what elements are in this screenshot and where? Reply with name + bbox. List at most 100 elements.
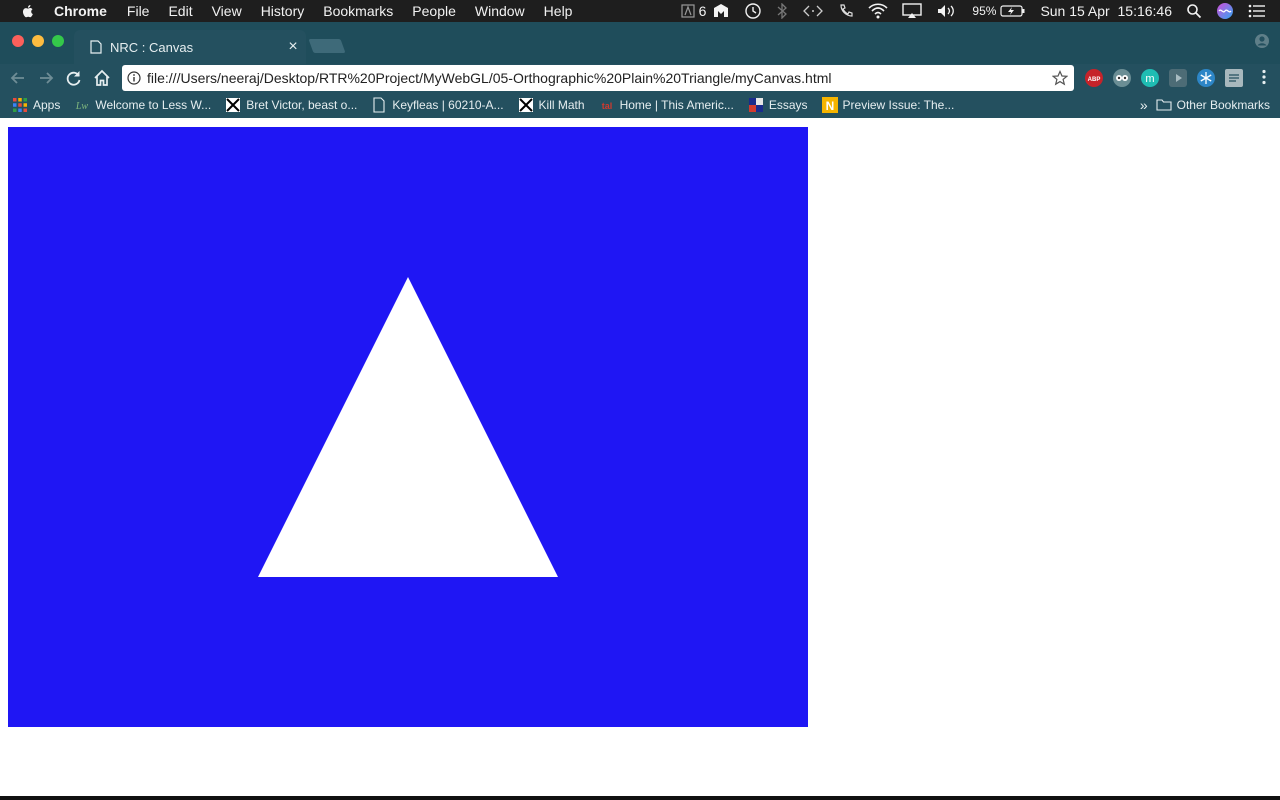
bookmark-bret-victor[interactable]: Bret Victor, beast o... (225, 97, 357, 113)
owl-icon (1116, 75, 1128, 81)
menu-bookmarks[interactable]: Bookmarks (323, 3, 393, 19)
bookmark-label: Preview Issue: The... (842, 98, 955, 112)
tal-icon: tal (601, 101, 612, 111)
tab-close-icon[interactable]: × (286, 39, 300, 55)
menu-people[interactable]: People (412, 3, 456, 19)
window-bottom-edge (0, 796, 1280, 800)
phone-icon[interactable] (838, 3, 854, 19)
airplay-icon[interactable] (902, 3, 923, 19)
menu-history[interactable]: History (261, 3, 305, 19)
document-icon (90, 40, 102, 54)
more-menu-icon[interactable] (1262, 69, 1266, 85)
apple-icon[interactable] (20, 3, 36, 19)
svg-text:Lw: Lw (75, 101, 89, 112)
volume-icon[interactable] (936, 3, 958, 19)
adblock-plus-extension-icon[interactable]: ABP (1085, 69, 1103, 87)
battery-percent: 95% (972, 4, 997, 18)
folder-icon (1156, 99, 1172, 111)
profile-icon[interactable] (1254, 33, 1270, 49)
bookmark-label: Essays (768, 98, 808, 112)
notes-extension-icon[interactable] (1225, 69, 1243, 87)
apps-grid-icon (13, 98, 27, 112)
mercury-extension-icon[interactable]: m (1141, 69, 1159, 87)
menu-window[interactable]: Window (475, 3, 525, 19)
n-letter-icon: N (821, 97, 838, 113)
bookmarks-bar: Apps Lw Welcome to Less W... Bret Victor… (0, 92, 1280, 118)
snowflake-extension-icon[interactable] (1197, 69, 1215, 87)
window-minimize-button[interactable] (32, 35, 44, 47)
video-extension-icon[interactable] (1169, 69, 1187, 87)
canvas-drawing (8, 127, 808, 727)
lesswrong-icon: Lw (75, 101, 89, 112)
crossed-box-icon (226, 98, 241, 112)
bookmark-label: Other Bookmarks (1176, 98, 1270, 112)
browser-title-bar: NRC : Canvas × (0, 22, 1280, 64)
window-close-button[interactable] (12, 35, 24, 47)
m-letter-icon: m (1145, 73, 1154, 85)
svg-text:ABP: ABP (1088, 77, 1101, 83)
adobe-notification[interactable]: 6 (681, 3, 707, 19)
notes-icon (1229, 74, 1239, 82)
bookmarks-overflow: » Other Bookmarks (1140, 97, 1270, 113)
notification-center-icon[interactable] (1248, 4, 1266, 18)
status-tray: 6 95% Sun 15 Apr 15:16:46 (681, 0, 1280, 22)
bluetooth-icon[interactable] (776, 3, 788, 19)
browser-toolbar: file:///Users/neeraj/Desktop/RTR%20Proje… (0, 64, 1280, 92)
browser-tab-active[interactable]: NRC : Canvas × (74, 30, 306, 64)
window-zoom-button[interactable] (52, 35, 64, 47)
bookmark-preview-issue[interactable]: N Preview Issue: The... (821, 97, 955, 113)
bookmark-apps[interactable]: Apps (12, 97, 60, 113)
notification-count: 6 (698, 3, 707, 19)
malwarebytes-icon[interactable] (712, 3, 730, 19)
abp-label-icon: ABP (1088, 77, 1101, 83)
svg-text:tal: tal (601, 101, 612, 111)
chevron-double-right-icon[interactable]: » (1140, 98, 1148, 112)
siri-icon[interactable] (1216, 2, 1234, 20)
crossed-box-icon (518, 98, 533, 112)
bookmark-label: Welcome to Less W... (95, 98, 212, 112)
bookmark-lesswrong[interactable]: Lw Welcome to Less W... (74, 97, 211, 113)
flag-icon (748, 98, 763, 112)
menu-help[interactable]: Help (544, 3, 573, 19)
reload-icon[interactable] (64, 68, 84, 88)
back-arrow-icon[interactable] (8, 68, 28, 88)
svg-text:m: m (1145, 73, 1154, 85)
bookmark-label: Kill Math (538, 98, 585, 112)
forward-arrow-icon[interactable] (36, 68, 56, 88)
play-icon (1176, 74, 1182, 82)
menu-app-name[interactable]: Chrome (54, 3, 107, 19)
info-icon[interactable] (127, 71, 141, 85)
new-tab-button[interactable] (308, 39, 346, 53)
battery-icon[interactable] (1000, 4, 1026, 18)
clock[interactable]: Sun 15 Apr 15:16:46 (1040, 3, 1172, 19)
page-viewport (0, 118, 1280, 796)
menu-view[interactable]: View (212, 3, 242, 19)
bookmark-label: Bret Victor, beast o... (246, 98, 358, 112)
webgl-canvas[interactable] (8, 127, 808, 727)
bookmark-kill-math[interactable]: Kill Math (518, 97, 585, 113)
wifi-icon[interactable] (868, 3, 888, 19)
spotlight-search-icon[interactable] (1186, 3, 1202, 19)
bookmark-label: Keyfleas | 60210-A... (392, 98, 504, 112)
bookmark-label: Apps (33, 98, 61, 112)
owl-extension-icon[interactable] (1113, 69, 1131, 87)
menu-file[interactable]: File (127, 3, 150, 19)
url-text[interactable]: file:///Users/neeraj/Desktop/RTR%20Proje… (147, 70, 1052, 86)
svg-text:N: N (825, 99, 834, 113)
bookmark-this-american-life[interactable]: tal Home | This Americ... (599, 97, 734, 113)
code-icon[interactable] (802, 4, 824, 18)
bookmark-other-folder[interactable]: Other Bookmarks (1156, 97, 1270, 113)
document-icon (373, 97, 385, 113)
snowflake-icon (1200, 72, 1212, 84)
bookmark-star-icon[interactable] (1052, 70, 1068, 86)
home-icon[interactable] (92, 68, 112, 88)
menu-edit[interactable]: Edit (168, 3, 192, 19)
macos-menu-bar: Chrome File Edit View History Bookmarks … (0, 0, 1280, 22)
bookmark-essays[interactable]: Essays (748, 97, 808, 113)
time-machine-icon[interactable] (744, 2, 762, 20)
bookmark-keyfleas[interactable]: Keyfleas | 60210-A... (371, 97, 504, 113)
bookmark-label: Home | This Americ... (619, 98, 734, 112)
tab-title: NRC : Canvas (110, 39, 194, 55)
address-bar[interactable]: file:///Users/neeraj/Desktop/RTR%20Proje… (122, 65, 1074, 91)
adobe-icon (681, 4, 695, 18)
